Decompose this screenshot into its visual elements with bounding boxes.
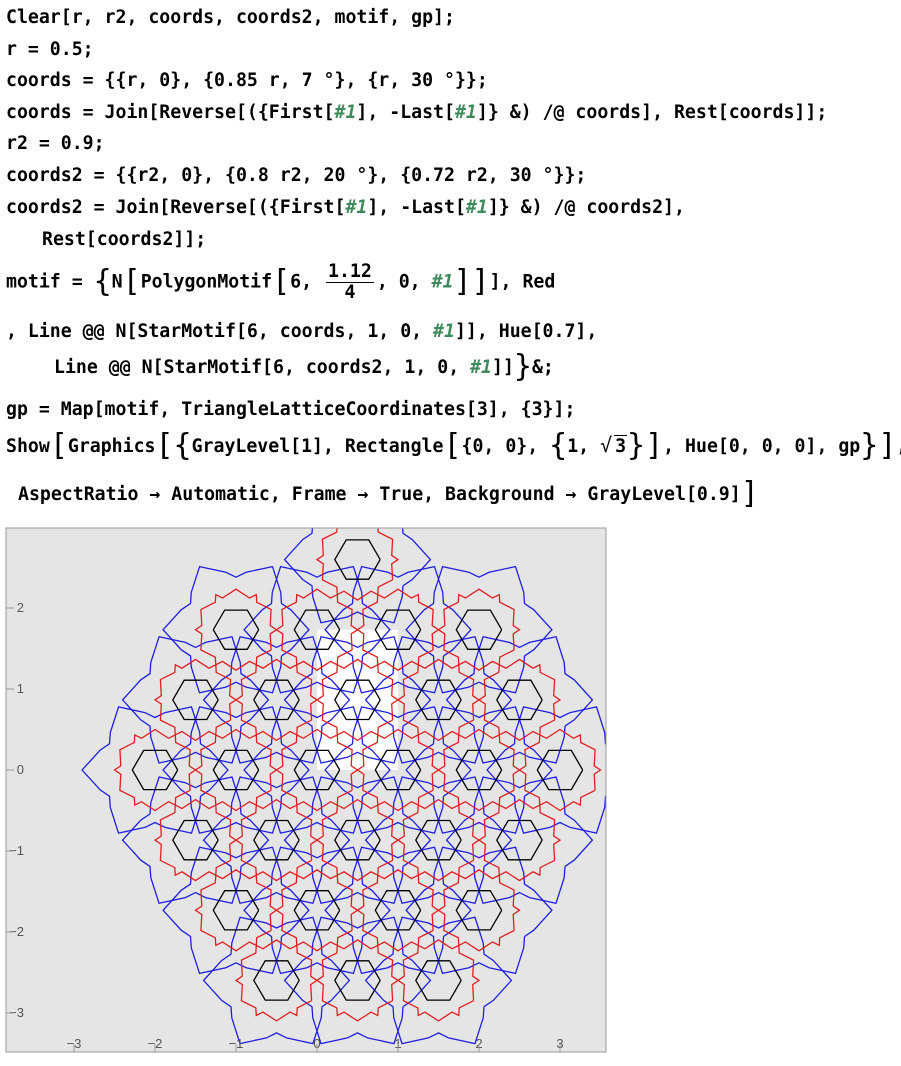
notebook: Clear[r, r2, coords, coords2, motif, gp]… bbox=[0, 0, 901, 1066]
fraction: 1.12 4 bbox=[326, 261, 374, 303]
code-line-4: coords = Join[Reverse[({First[#1], -Last… bbox=[6, 102, 828, 123]
code-line-2: r = 0.5; bbox=[6, 39, 94, 60]
y-tick-label: 2 bbox=[17, 600, 24, 615]
code-line-1: Clear[r, r2, coords, coords2, motif, gp]… bbox=[6, 7, 455, 28]
code-line-6: coords2 = {{r2, 0}, {0.8 r2, 20 °}, {0.7… bbox=[6, 165, 587, 186]
code-line-13: Show[Graphics[{GrayLevel[1], Rectangle[{… bbox=[6, 428, 901, 463]
output-graphics[interactable]: −3 −2 −1 0 1 2 3 2 1 0 −1 −2 −3 bbox=[0, 520, 620, 1064]
code-line-3: coords = {{r, 0}, {0.85 r, 7 °}, {r, 30 … bbox=[6, 70, 488, 91]
code-line-8: Rest[coords2]]; bbox=[42, 229, 207, 250]
code-line-11: Line @@ N[StarMotif[6, coords2, 1, 0, #1… bbox=[54, 349, 554, 384]
sqrt-symbol: √ 3 bbox=[600, 433, 628, 457]
code-line-12: gp = Map[motif, TriangleLatticeCoordinat… bbox=[6, 399, 576, 420]
code-line-10: , Line @@ N[StarMotif[6, coords, 1, 0, #… bbox=[6, 321, 598, 342]
y-tick-label: 1 bbox=[17, 681, 24, 696]
y-tick-label: 0 bbox=[17, 762, 24, 777]
code-line-14: AspectRatio → Automatic, Frame → True, B… bbox=[18, 476, 759, 511]
code-line-5: r2 = 0.9; bbox=[6, 133, 105, 154]
code-line-7: coords2 = Join[Reverse[({First[#1], -Las… bbox=[6, 197, 685, 218]
code-line-9: motif = {N[PolygonMotif[6, 1.12 4, 0, #1]… bbox=[6, 261, 556, 303]
white-rectangle bbox=[317, 629, 398, 770]
